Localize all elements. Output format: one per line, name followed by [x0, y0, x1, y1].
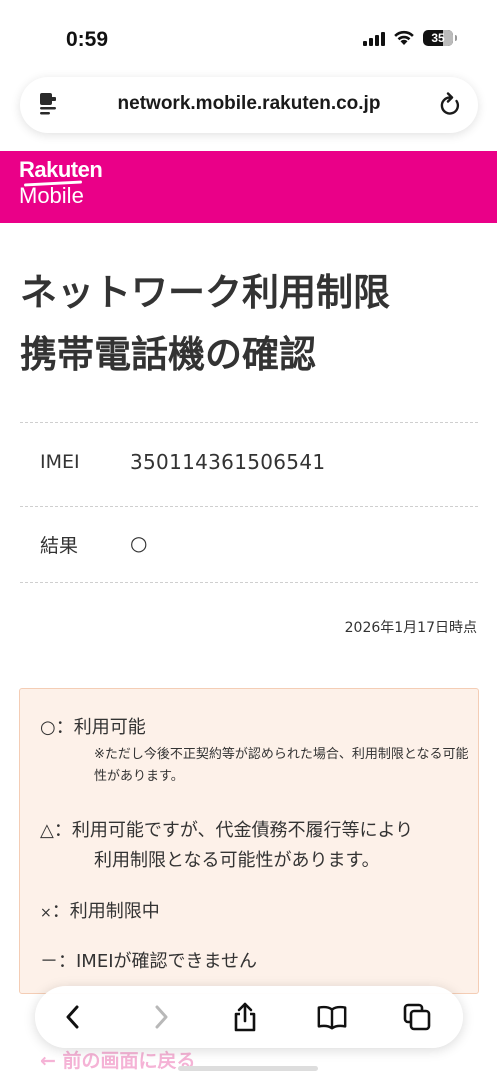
back-to-previous-link[interactable]: ← 前の画面に戻る: [40, 1046, 196, 1073]
legend-na-text: ：IMEIが確認できません: [58, 951, 257, 972]
legend-ng-text: ：利用制限中: [51, 901, 160, 922]
legend-warn-symbol: △: [40, 820, 54, 841]
forward-button[interactable]: [145, 1001, 177, 1033]
wifi-icon: [393, 30, 415, 46]
battery-level: 35: [431, 31, 445, 45]
bookmarks-button[interactable]: [316, 1001, 348, 1033]
status-icons: 35: [363, 30, 457, 46]
address-bar[interactable]: network.mobile.rakuten.co.jp: [20, 77, 478, 133]
chevron-right-icon: [155, 1005, 168, 1029]
battery-icon: 35: [423, 30, 457, 46]
check-date: 2026年1月17日時点: [344, 620, 477, 636]
imei-value: 350114361506541: [130, 450, 326, 474]
legend-ok-text: ：利用可能: [55, 717, 146, 738]
browser-toolbar: [35, 986, 463, 1048]
status-time: 0:59: [66, 28, 109, 51]
back-button[interactable]: [57, 1001, 89, 1033]
url-text[interactable]: network.mobile.rakuten.co.jp: [20, 93, 478, 115]
tabs-icon: [403, 1003, 431, 1031]
page-title: ネットワーク利用制限 携帯電話機の確認: [20, 262, 480, 386]
legend-na: －：IMEIが確認できません: [40, 947, 257, 973]
book-icon: [317, 1005, 347, 1030]
home-indicator: [178, 1066, 318, 1071]
imei-label: IMEI: [40, 451, 80, 473]
legend-ok-symbol: ○: [40, 717, 56, 738]
result-label: 結果: [40, 535, 79, 557]
logo-line1: Rakuten: [19, 157, 103, 182]
result-row: 結果 ○: [20, 507, 478, 583]
reload-icon[interactable]: [438, 92, 462, 122]
cellular-signal-icon: [363, 30, 385, 46]
legend-ng: ×：利用制限中: [40, 897, 160, 923]
status-bar: 0:59 35: [0, 0, 497, 72]
result-table: IMEI 350114361506541 結果 ○: [20, 422, 478, 583]
share-icon: [234, 1002, 256, 1032]
tabs-button[interactable]: [401, 1001, 433, 1033]
logo-line2: Mobile: [19, 183, 84, 208]
legend-warn-text: ：利用可能ですが、代金債務不履行等により: [53, 820, 414, 841]
page-title-line2: 携帯電話機の確認: [20, 333, 316, 376]
legend-na-symbol: －: [40, 951, 58, 972]
legend-warn: △：利用可能ですが、代金債務不履行等により: [40, 816, 413, 842]
legend-ok-note: ※ただし今後不正契約等が認められた場合、利用制限となる可能性があります。: [94, 747, 469, 784]
share-button[interactable]: [229, 1001, 261, 1033]
legend-box: ○：利用可能 ※ただし今後不正契約等が認められた場合、利用制限となる可能性があり…: [19, 688, 479, 994]
result-value: ○: [130, 531, 148, 555]
imei-row: IMEI 350114361506541: [20, 422, 478, 507]
legend-warn-text2: 利用制限となる可能性があります。: [94, 850, 380, 871]
legend-ng-symbol: ×: [40, 905, 52, 921]
page-title-line1: ネットワーク利用制限: [20, 271, 390, 314]
legend-ok: ○：利用可能: [40, 713, 146, 739]
chevron-left-icon: [66, 1005, 79, 1029]
brand-header: Rakuten Mobile: [0, 151, 497, 223]
